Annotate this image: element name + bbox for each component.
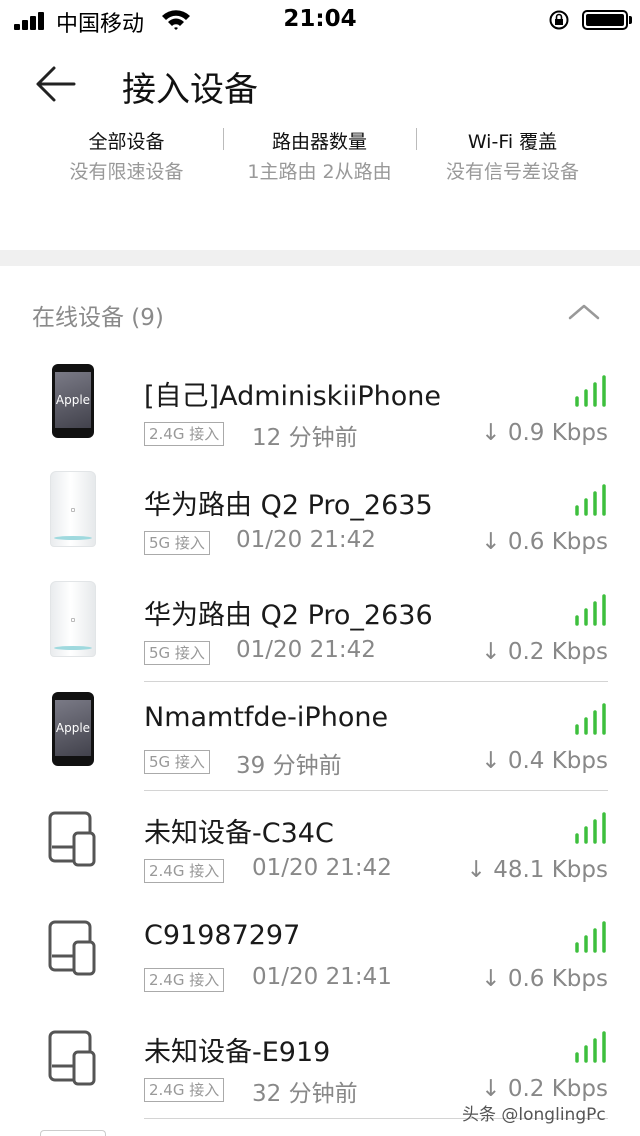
battery-icon <box>582 10 628 30</box>
device-last-seen: 01/20 21:42 <box>236 636 376 663</box>
summary-all-devices[interactable]: 全部设备 没有限速设备 <box>20 128 233 186</box>
apple-phone-icon: Apple <box>40 362 106 438</box>
device-name: 未知设备-C34C <box>144 818 334 850</box>
device-row[interactable]: 华为路由 Q2 Pro_2636 5G 接入 01/20 21:42 ↓ 0.2… <box>0 573 640 682</box>
summary-title: 路由器数量 <box>271 131 367 153</box>
router-icon <box>40 580 106 657</box>
device-speed: ↓ 0.2 Kbps <box>481 638 608 665</box>
section-separator <box>0 250 640 266</box>
signal-strength-icon <box>575 1031 606 1063</box>
connection-badge: 5G 接入 <box>144 640 210 665</box>
device-speed: ↓ 48.1 Kbps <box>466 857 608 884</box>
signal-strength-icon <box>575 484 606 517</box>
unknown-device-icon <box>48 920 96 976</box>
device-row[interactable]: Apple Nmamtfde-iPhone 5G 接入 39 分钟前 ↓ 0.4… <box>0 682 640 792</box>
phone-brand-label: Apple <box>55 720 91 735</box>
device-speed: ↓ 0.2 Kbps <box>481 1075 608 1102</box>
summary-subtitle: 1主路由 2从路由 <box>247 161 392 183</box>
device-row[interactable]: Apple [自己]AdminiskiiPhone 2.4G 接入 12 分钟前… <box>0 354 640 463</box>
signal-strength-icon <box>575 921 606 954</box>
summary-router-count[interactable]: 路由器数量 1主路由 2从路由 <box>213 128 426 186</box>
signal-strength-icon <box>575 375 606 407</box>
device-speed: ↓ 0.6 Kbps <box>481 966 608 993</box>
device-speed: ↓ 0.4 Kbps <box>481 747 608 774</box>
device-last-seen: 01/20 21:41 <box>252 964 392 991</box>
connection-badge: 2.4G 接入 <box>144 1077 225 1102</box>
watermark: 头条 @longlingPc <box>462 1105 606 1125</box>
summary-subtitle: 没有限速设备 <box>69 161 184 183</box>
device-list: Apple [自己]AdminiskiiPhone 2.4G 接入 12 分钟前… <box>0 354 640 1120</box>
summary-divider <box>223 128 224 150</box>
device-name: 未知设备-E919 <box>144 1036 331 1068</box>
summary-bar: 全部设备 没有限速设备 路由器数量 1主路由 2从路由 Wi-Fi 覆盖 没有信… <box>0 128 640 198</box>
back-arrow-icon[interactable] <box>34 64 76 104</box>
chevron-up-icon[interactable] <box>566 300 602 324</box>
unknown-device-icon <box>48 811 96 867</box>
summary-title: Wi-Fi 覆盖 <box>467 131 558 153</box>
device-speed: ↓ 0.9 Kbps <box>481 420 608 446</box>
router-icon <box>40 471 106 548</box>
summary-divider <box>416 128 417 150</box>
device-last-seen: 12 分钟前 <box>252 425 358 451</box>
connection-badge: 2.4G 接入 <box>144 422 225 446</box>
rotation-lock-icon <box>549 10 569 30</box>
apple-phone-icon: Apple <box>40 690 106 766</box>
device-last-seen: 32 分钟前 <box>252 1080 358 1107</box>
connection-badge: 2.4G 接入 <box>144 859 225 884</box>
connection-badge: 5G 接入 <box>144 531 210 556</box>
online-devices-title: 在线设备 (9) <box>32 305 164 331</box>
device-name: 华为路由 Q2 Pro_2636 <box>144 599 433 631</box>
device-last-seen: 01/20 21:42 <box>252 855 392 882</box>
summary-subtitle: 没有信号差设备 <box>445 161 579 183</box>
device-last-seen: 39 分钟前 <box>236 752 342 779</box>
device-name: C91987297 <box>144 920 301 952</box>
phone-brand-label: Apple <box>55 393 91 407</box>
clock: 21:04 <box>283 6 357 32</box>
connection-badge: 5G 接入 <box>144 749 210 774</box>
device-row[interactable]: 未知设备-C34C 2.4G 接入 01/20 21:42 ↓ 48.1 Kbp… <box>0 791 640 900</box>
device-last-seen: 01/20 21:42 <box>236 527 376 554</box>
device-name: Nmamtfde-iPhone <box>144 701 389 733</box>
signal-strength-icon <box>575 593 606 626</box>
signal-strength-icon <box>575 812 606 844</box>
battery-tip <box>629 16 632 24</box>
summary-title: 全部设备 <box>88 131 165 153</box>
page-title: 接入设备 <box>122 70 258 110</box>
device-name: 华为路由 Q2 Pro_2635 <box>144 490 433 522</box>
device-row[interactable]: 华为路由 Q2 Pro_2635 5G 接入 01/20 21:42 ↓ 0.6… <box>0 463 640 572</box>
device-speed: ↓ 0.6 Kbps <box>481 529 608 556</box>
status-bar: 中国移动 21:04 <box>0 0 640 40</box>
summary-wifi-coverage[interactable]: Wi-Fi 覆盖 没有信号差设备 <box>406 128 619 186</box>
signal-strength-icon <box>575 703 606 735</box>
connection-badge: 2.4G 接入 <box>144 968 225 993</box>
device-row[interactable]: C91987297 2.4G 接入 01/20 21:41 ↓ 0.6 Kbps <box>0 900 640 1009</box>
unknown-device-icon <box>48 1030 96 1086</box>
device-name: [自己]AdminiskiiPhone <box>144 381 441 412</box>
partial-device-icon <box>40 1130 106 1136</box>
